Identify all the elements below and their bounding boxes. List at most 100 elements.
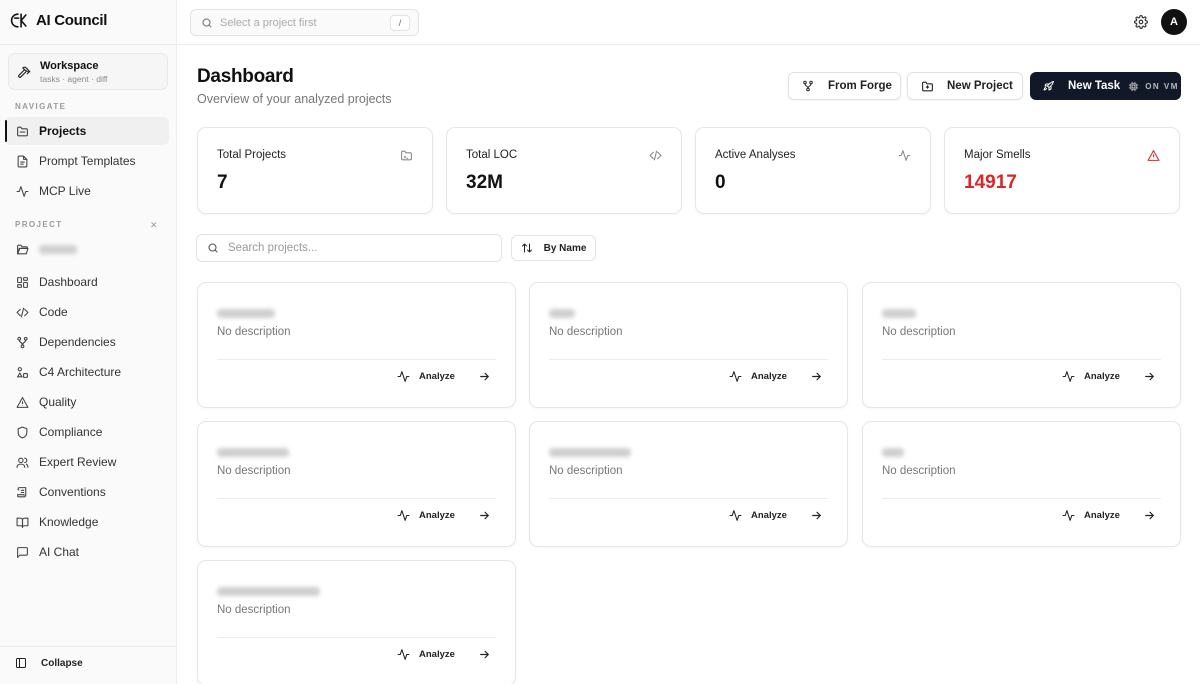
file-text-icon <box>17 155 28 167</box>
sidebar-item-label: Prompt Templates <box>39 154 136 168</box>
from-forge-button[interactable]: From Forge <box>788 72 901 100</box>
page-title: Dashboard <box>197 66 294 87</box>
code-icon <box>649 150 662 161</box>
project-name-redacted <box>39 244 77 254</box>
code-icon <box>16 307 29 317</box>
sidebar-item-projects[interactable]: Projects <box>5 117 169 145</box>
analyze-button[interactable]: Analyze <box>729 370 787 383</box>
rocket-icon <box>1043 81 1054 91</box>
new-project-label: New Project <box>947 80 1013 92</box>
arrow-right-icon[interactable] <box>1143 370 1156 383</box>
brand[interactable]: AI Council <box>10 11 107 30</box>
analyze-button[interactable]: Analyze <box>729 509 787 522</box>
app-name: AI Council <box>36 12 108 29</box>
card-divider <box>549 359 828 360</box>
sidebar-item-knowledge[interactable]: Knowledge <box>5 508 169 536</box>
page-subtitle: Overview of your analyzed projects <box>197 92 392 106</box>
collapse-button[interactable]: Collapse <box>15 657 83 669</box>
sidebar-item-compliance[interactable]: Compliance <box>5 418 169 446</box>
stat-value: 7 <box>217 172 228 193</box>
stat-value: 0 <box>715 172 726 193</box>
search-projects-input[interactable] <box>228 242 488 254</box>
sort-label: By Name <box>543 242 587 254</box>
analyze-label: Analyze <box>419 510 455 521</box>
navigate-section-label: NAVIGATE <box>15 102 67 111</box>
folder-icon <box>401 150 412 161</box>
card-divider <box>549 498 828 499</box>
project-card[interactable]: No description Analyze <box>529 282 848 408</box>
stat-card-major-smells: Major Smells 14917 <box>944 127 1180 214</box>
sidebar-item-label: Dashboard <box>39 275 98 289</box>
sidebar-item-c4-architecture[interactable]: C4 Architecture <box>5 358 169 386</box>
card-divider <box>217 359 496 360</box>
avatar[interactable]: A <box>1161 9 1187 35</box>
project-search-bar[interactable]: / <box>190 9 419 36</box>
sidebar-item-quality[interactable]: Quality <box>5 388 169 416</box>
stat-card-total-projects: Total Projects 7 <box>197 127 433 214</box>
triangle-alert-icon <box>1147 150 1160 161</box>
workspace-subtitle: tasks · agent · diff <box>40 73 108 84</box>
project-card[interactable]: No description Analyze <box>862 421 1181 547</box>
project-section-label: PROJECT <box>15 220 63 229</box>
sidebar-item-conventions[interactable]: Conventions <box>5 478 169 506</box>
project-card[interactable]: No description Analyze <box>529 421 848 547</box>
card-divider <box>217 637 496 638</box>
arrow-right-icon[interactable] <box>810 370 823 383</box>
analyze-button[interactable]: Analyze <box>397 370 455 383</box>
new-task-button[interactable]: New Task ON VM <box>1030 72 1181 100</box>
folder-open-icon <box>17 244 29 254</box>
sidebar-bottom-divider <box>0 646 177 647</box>
book-icon <box>16 517 29 528</box>
sidebar-selected-project[interactable] <box>5 235 169 263</box>
project-card[interactable]: No description Analyze <box>862 282 1181 408</box>
message-icon <box>17 546 28 558</box>
workspace-card[interactable]: Workspace tasks · agent · diff <box>8 53 168 90</box>
collapse-label: Collapse <box>41 657 83 669</box>
scroll-icon <box>17 486 27 497</box>
project-search-input[interactable] <box>220 16 385 29</box>
arrow-right-icon[interactable] <box>478 648 491 661</box>
shapes-icon <box>16 366 28 378</box>
gear-icon[interactable] <box>1134 15 1148 29</box>
arrow-right-icon[interactable] <box>478 509 491 522</box>
sidebar-item-prompt-templates[interactable]: Prompt Templates <box>5 147 169 175</box>
panel-left-icon <box>16 658 26 668</box>
analyze-button[interactable]: Analyze <box>1062 509 1120 522</box>
analyze-button[interactable]: Analyze <box>1062 370 1120 383</box>
activity-icon <box>1062 510 1075 521</box>
activity-icon <box>16 185 29 197</box>
dashboard-icon <box>17 276 28 288</box>
stat-label: Major Smells <box>964 149 1031 161</box>
arrow-right-icon[interactable] <box>810 509 823 522</box>
sidebar: AI Council Workspace tasks · agent · dif… <box>0 0 177 684</box>
sidebar-item-dependencies[interactable]: Dependencies <box>5 328 169 356</box>
sidebar-item-code[interactable]: Code <box>5 298 169 326</box>
arrow-right-icon[interactable] <box>1143 509 1156 522</box>
analyze-button[interactable]: Analyze <box>397 648 455 661</box>
project-card[interactable]: No description Analyze <box>197 282 516 408</box>
ai-council-logo-icon <box>10 11 29 30</box>
close-project-icon[interactable]: ✕ <box>150 220 158 231</box>
topbar-divider <box>177 44 1200 45</box>
sort-by-name-button[interactable]: By Name <box>511 235 596 261</box>
workspace-title: Workspace <box>40 59 99 72</box>
project-card[interactable]: No description Analyze <box>197 560 516 684</box>
sidebar-item-dashboard[interactable]: Dashboard <box>5 268 169 296</box>
new-project-button[interactable]: New Project <box>907 72 1023 100</box>
project-name-redacted <box>217 587 320 596</box>
project-name-redacted <box>217 309 275 318</box>
stat-card-total-loc: Total LOC 32M <box>446 127 682 214</box>
project-description: No description <box>217 604 291 616</box>
sidebar-item-expert-review[interactable]: Expert Review <box>5 448 169 476</box>
analyze-label: Analyze <box>1084 371 1120 382</box>
analyze-label: Analyze <box>419 649 455 660</box>
search-projects-field[interactable] <box>196 234 502 262</box>
arrow-right-icon[interactable] <box>478 370 491 383</box>
activity-icon <box>397 371 410 382</box>
project-name-redacted <box>882 448 904 457</box>
sidebar-item-ai-chat[interactable]: AI Chat <box>5 538 169 566</box>
users-icon <box>16 457 29 468</box>
analyze-button[interactable]: Analyze <box>397 509 455 522</box>
sidebar-item-mcp-live[interactable]: MCP Live <box>5 177 169 205</box>
project-card[interactable]: No description Analyze <box>197 421 516 547</box>
